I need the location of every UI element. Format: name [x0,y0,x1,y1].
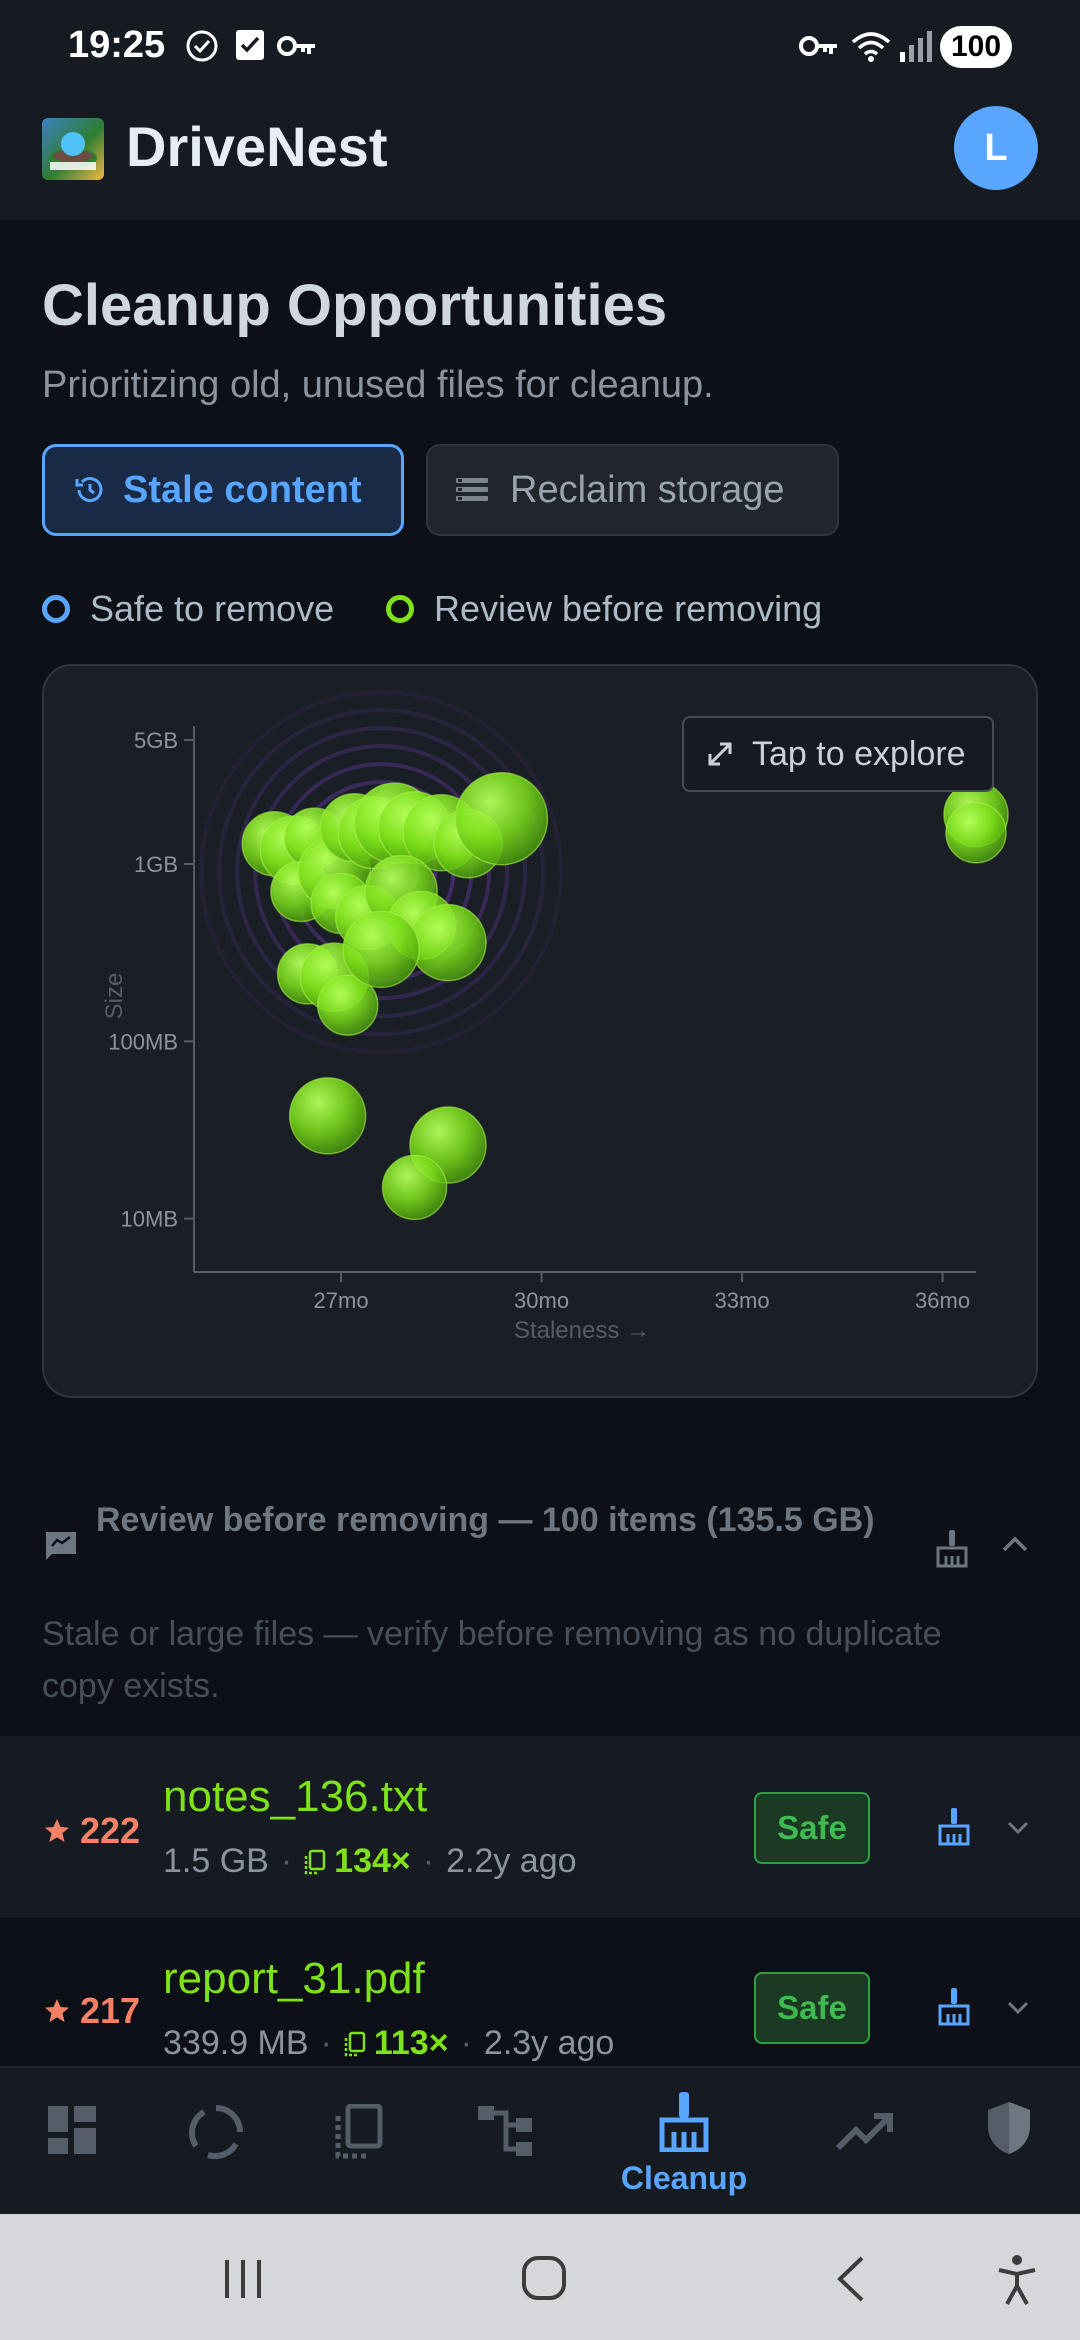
broom-icon[interactable] [934,1528,970,1570]
user-avatar[interactable]: L [954,106,1038,190]
file-size: 1.5 GB [163,1842,269,1880]
safe-badge: Safe [754,1792,870,1864]
spinner-icon[interactable] [188,2104,244,2160]
data-point[interactable] [342,910,420,989]
broom-icon[interactable] [936,1986,972,2028]
system-nav-bar [0,2214,1080,2340]
file-size: 339.9 MB [163,2024,309,2062]
shield-icon[interactable] [986,2100,1032,2156]
file-score-value: 222 [80,1810,141,1851]
file-name[interactable]: report_31.pdf [163,1954,425,2004]
legend-safe-marker [42,595,70,623]
x-tick-label: 33mo [715,1288,770,1313]
data-point[interactable] [409,903,487,982]
chart-points [241,771,1009,1221]
file-age: 2.2y ago [446,1842,577,1880]
tap-to-explore-label: Tap to explore [752,734,966,773]
page-title: Cleanup Opportunities [42,273,668,338]
tab-reclaim-storage[interactable]: Reclaim storage [426,444,839,536]
legend-safe: Safe to remove [42,588,334,630]
back-icon[interactable] [832,2254,868,2304]
x-axis-label: Staleness → [514,1317,650,1344]
signal-icon [900,31,932,62]
file-score: 222 [44,1810,140,1852]
app-title: DriveNest [126,115,388,178]
nav-cleanup-label[interactable]: Cleanup [612,2160,756,2197]
chevron-down-icon[interactable] [1006,1820,1030,1836]
data-point[interactable] [288,1077,367,1155]
tap-to-explore-button[interactable]: Tap to explore [682,716,994,792]
data-point[interactable] [454,771,549,866]
x-tick-label: 30mo [514,1288,569,1313]
y-axis-label: Size [101,973,128,1020]
chart-card[interactable]: 5GB 1GB 100MB 10MB 27mo 30mo 33mo 36mo Size Sta… [42,664,1038,1398]
wifi-icon [851,32,891,62]
data-point[interactable] [381,1154,448,1221]
check-circle-icon [186,30,218,62]
recent-apps-icon[interactable] [222,2258,264,2300]
data-point[interactable] [945,802,1007,864]
tab-stale-label: Stale content [123,468,362,511]
battery-indicator: 100 [940,26,1012,68]
tree-icon[interactable] [476,2104,534,2158]
dashboard-icon[interactable] [46,2104,98,2156]
file-duplicates: 134× [334,1842,411,1880]
legend-review-marker [386,595,414,623]
chevron-down-icon[interactable] [1006,2000,1030,2016]
key-icon [277,36,315,56]
app-logo [42,118,104,180]
star-icon [45,1999,69,2022]
home-icon[interactable] [520,2254,568,2302]
x-tick-label: 36mo [915,1288,970,1313]
file-age: 2.3y ago [483,2024,615,2062]
y-tick-label: 1GB [134,852,178,877]
file-duplicates: 113× [373,2024,449,2062]
x-tick-label: 27mo [314,1288,369,1313]
legend-safe-label: Safe to remove [90,588,335,629]
safe-badge: Safe [754,1972,870,2044]
y-tick-label: 10MB [121,1207,178,1232]
broom-icon[interactable] [658,2090,710,2152]
file-score-value: 217 [80,1990,141,2031]
trending-icon[interactable] [836,2112,894,2152]
tab-stale-content[interactable]: Stale content [42,444,404,536]
y-tick-label: 100MB [108,1029,178,1054]
file-meta: 339.9 MB · 113× · 2.3y ago [163,2024,615,2062]
chevron-up-icon[interactable] [1000,1534,1030,1554]
file-name[interactable]: notes_136.txt [163,1772,427,1822]
expand-icon [708,742,732,766]
file-row[interactable]: 217 report_31.pdf 339.9 MB · 113× · 2.3y… [0,1920,1080,2065]
legend-review-label: Review before removing [434,588,823,629]
copy-icon[interactable] [334,2104,384,2160]
duplicate-icon [304,1849,326,1874]
review-section-title: Review before removing — 100 items (135.… [96,1501,875,1539]
checkbox-icon [236,30,264,60]
duplicate-icon [344,2031,366,2056]
legend-review: Review before removing [386,588,822,630]
review-section-description: Stale or large files — verify before rem… [42,1615,942,1705]
star-icon [45,1819,69,1842]
y-tick-label: 5GB [134,728,178,753]
broom-icon[interactable] [936,1806,972,1848]
status-bar: 19:25 100 [0,0,1080,94]
list-icon [456,478,488,501]
feedback-icon [46,1532,76,1560]
file-score: 217 [44,1990,140,2032]
app-bar: DriveNest L [0,94,1080,220]
page-subtitle: Prioritizing old, unused files for clean… [42,364,714,406]
file-meta: 1.5 GB · 134× · 2.2y ago [163,1842,577,1880]
accessibility-icon[interactable] [996,2254,1038,2306]
bottom-nav: Cleanup [0,2066,1080,2216]
vpn-key-icon [799,36,837,56]
status-time: 19:25 [68,24,166,66]
history-icon [75,477,103,503]
tab-reclaim-label: Reclaim storage [510,468,785,511]
file-row[interactable]: 222 notes_136.txt 1.5 GB · 134× · 2.2y a… [0,1736,1080,1918]
